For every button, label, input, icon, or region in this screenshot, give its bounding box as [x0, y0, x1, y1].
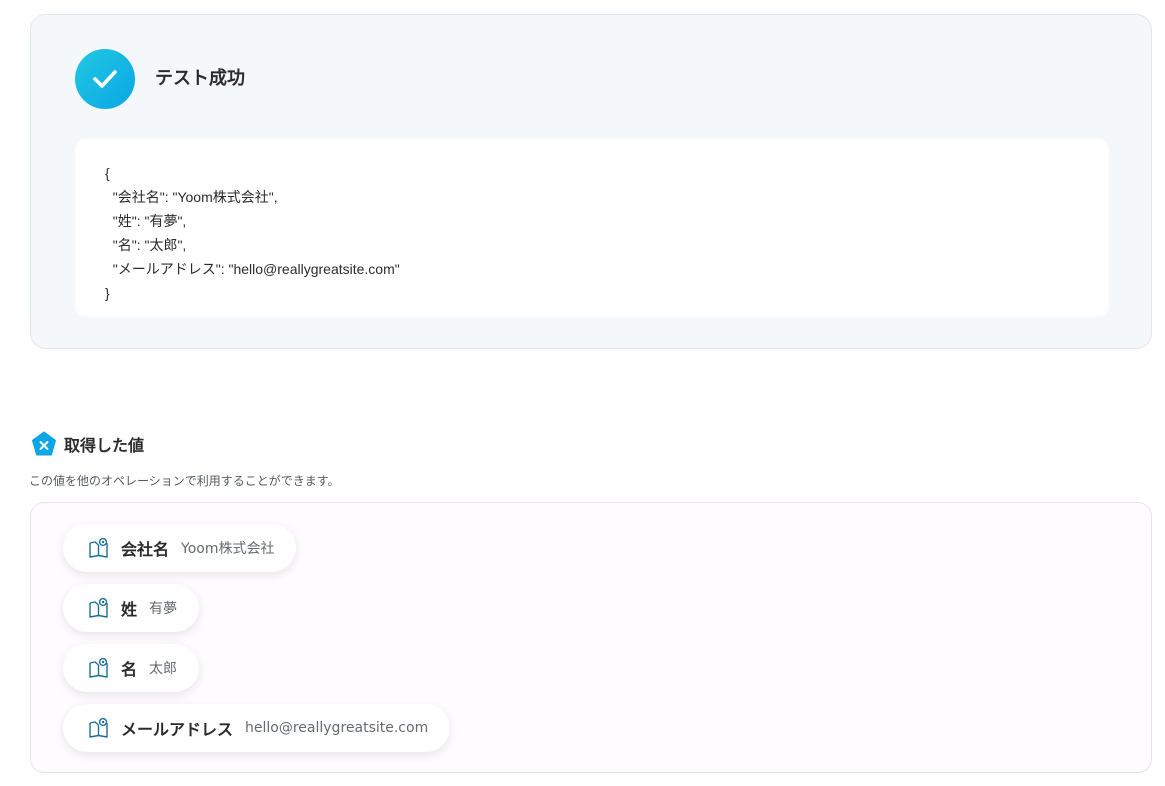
check-icon [75, 49, 135, 109]
chip-key: 名 [121, 660, 138, 679]
chip-key: 会社名 [121, 540, 170, 559]
chip-value: Yoom株式会社 [181, 541, 275, 557]
variable-icon [32, 431, 56, 456]
chip-value: 有夢 [149, 601, 178, 617]
value-chip-last-name[interactable]: 姓 有夢 [63, 584, 200, 632]
book-icon [89, 537, 108, 558]
success-title: テスト成功 [155, 68, 245, 89]
json-line: "会社名": "Yoom株式会社", [105, 189, 278, 205]
chip-key: メールアドレス [121, 720, 234, 739]
value-chip-company[interactable]: 会社名 Yoom株式会社 [63, 524, 297, 572]
chip-value: 太郎 [149, 661, 178, 677]
values-title: 取得した値 [64, 436, 145, 455]
json-line: { [105, 165, 110, 181]
values-panel: 会社名 Yoom株式会社 姓 有夢 名 太郎 メールアドレス hello@rea… [30, 502, 1152, 773]
book-icon [89, 597, 108, 618]
book-icon [89, 717, 108, 738]
values-header: 取得した値 [31, 431, 144, 457]
json-line: "メールアドレス": "hello@reallygreatsite.com" [105, 261, 400, 277]
chip-key: 姓 [121, 600, 138, 619]
test-success-panel: テスト成功 { "会社名": "Yoom株式会社", "姓": "有夢", "名… [30, 14, 1152, 349]
json-output: { "会社名": "Yoom株式会社", "姓": "有夢", "名": "太郎… [75, 139, 1109, 317]
chip-value: hello@reallygreatsite.com [245, 720, 429, 736]
json-line: } [105, 285, 110, 301]
json-line: "姓": "有夢", [105, 213, 187, 229]
book-icon [89, 657, 108, 678]
value-chip-first-name[interactable]: 名 太郎 [63, 644, 200, 692]
json-line: "名": "太郎", [105, 237, 187, 253]
value-chip-email[interactable]: メールアドレス hello@reallygreatsite.com [63, 704, 451, 752]
values-description: この値を他のオペレーションで利用することができます。 [29, 474, 340, 488]
